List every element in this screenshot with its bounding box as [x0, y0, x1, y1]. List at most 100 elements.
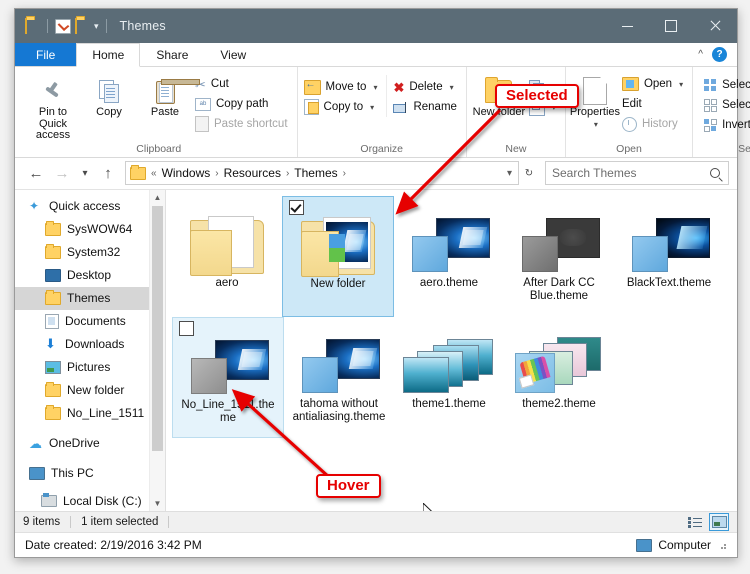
file-item-tahoma-without-antialiasing-theme[interactable]: tahoma without antialiasing.theme: [284, 317, 394, 436]
up-button[interactable]: ↑: [95, 161, 121, 185]
file-item-aero-theme[interactable]: aero.theme: [394, 196, 504, 315]
new-folder-icon[interactable]: [75, 18, 90, 34]
chevron-down-icon[interactable]: ▾: [679, 80, 683, 89]
file-item-new-folder[interactable]: New folder: [282, 195, 394, 317]
large-icons-view-icon: [711, 516, 727, 528]
select-all-button[interactable]: Select all: [701, 75, 750, 95]
cut-button[interactable]: ✂ Cut: [193, 74, 293, 94]
scroll-down-arrow-icon[interactable]: ▼: [150, 496, 165, 511]
minimize-button[interactable]: [605, 9, 649, 43]
selection-checkbox[interactable]: [179, 320, 194, 336]
desktop-background: ▾ Themes File Home Share View ^ ? Pin to…: [0, 0, 750, 574]
resize-grip[interactable]: [717, 540, 727, 550]
file-list[interactable]: aero New folder aero.theme After Dark CC…: [166, 189, 737, 511]
edit-button[interactable]: Edit: [620, 94, 688, 114]
file-item-no-line-1511-theme[interactable]: No_Line_1511.theme: [172, 316, 284, 438]
breadcrumb[interactable]: « Windows › Resources › Themes › ▾: [125, 161, 519, 185]
chevron-down-icon[interactable]: ▾: [450, 83, 454, 92]
paste-shortcut-button[interactable]: Paste shortcut: [193, 114, 293, 134]
breadcrumb-separator: ›: [285, 167, 290, 179]
tab-view[interactable]: View: [204, 43, 262, 66]
folder-theme-icon: [301, 216, 375, 277]
file-thumbnail: [394, 321, 504, 395]
chevron-down-icon[interactable]: ▾: [594, 119, 598, 131]
copy-button[interactable]: Copy: [81, 72, 137, 119]
rename-label: Rename: [413, 101, 457, 113]
help-icon[interactable]: ?: [712, 47, 727, 62]
tab-home[interactable]: Home: [76, 43, 141, 67]
sidebar-item-local-disk-c[interactable]: Local Disk (C:): [15, 490, 165, 512]
copy-path-button[interactable]: ab Copy path: [193, 94, 293, 114]
search-icon: [710, 168, 720, 178]
invert-selection-button[interactable]: Invert selection: [701, 115, 750, 135]
forward-button[interactable]: →: [49, 161, 75, 185]
sidebar-item-system32[interactable]: System32: [15, 241, 165, 264]
file-item-after-dark-cc-blue-theme[interactable]: After Dark CC Blue.theme: [504, 196, 614, 315]
tab-file[interactable]: File: [15, 43, 77, 66]
recent-locations-button[interactable]: ▾: [75, 161, 95, 185]
sidebar-item-new-folder[interactable]: New folder: [15, 379, 165, 402]
copy-label: Copy: [96, 106, 122, 118]
breadcrumb-item-resources[interactable]: Resources: [222, 166, 283, 180]
chevron-down-icon[interactable]: ▾: [507, 168, 512, 179]
sidebar-item-syswow64[interactable]: SysWOW64: [15, 218, 165, 241]
file-item-blacktext-theme[interactable]: BlackText.theme: [614, 196, 724, 315]
paste-button[interactable]: Paste: [137, 72, 200, 119]
move-to-button[interactable]: Move to ▾: [302, 77, 383, 97]
chevron-up-icon[interactable]: ^: [698, 49, 703, 60]
chevron-down-icon[interactable]: ▾: [373, 83, 377, 92]
sidebar-item-label: Quick access: [49, 199, 121, 213]
palette-icon: [515, 352, 555, 393]
back-button[interactable]: ←: [23, 161, 49, 185]
quick-access-toolbar[interactable]: ▾: [15, 18, 110, 34]
sidebar-item-downloads[interactable]: ⬇ Downloads: [15, 333, 165, 356]
chevron-down-icon[interactable]: ▾: [370, 103, 374, 112]
large-icons-view-button[interactable]: [709, 513, 729, 531]
clipboard-small-buttons: ✂ Cut ab Copy path Paste shortcut: [193, 72, 293, 134]
sidebar-item-quick-access[interactable]: ✦ Quick access: [15, 195, 165, 218]
selection-checkbox[interactable]: [289, 199, 304, 215]
invert-selection-icon: [703, 118, 718, 132]
history-button[interactable]: History: [620, 114, 688, 134]
select-none-button[interactable]: Select none: [701, 95, 750, 115]
sidebar-item-pictures[interactable]: Pictures: [15, 356, 165, 379]
sidebar-item-label: Downloads: [65, 337, 125, 351]
scrollbar-thumb[interactable]: [152, 205, 163, 451]
close-button[interactable]: [693, 9, 737, 43]
scroll-up-arrow-icon[interactable]: ▲: [150, 190, 165, 205]
navigation-scrollbar[interactable]: ▲ ▼: [149, 189, 165, 511]
tab-share[interactable]: Share: [140, 43, 204, 66]
sidebar-item-this-pc[interactable]: This PC: [15, 462, 165, 485]
maximize-button[interactable]: [649, 9, 693, 43]
copy-to-button[interactable]: Copy to ▾: [302, 97, 383, 117]
details-view-button[interactable]: [686, 514, 704, 530]
sidebar-item-label: System32: [67, 245, 121, 259]
computer-label: Computer: [658, 538, 711, 552]
file-item-aero[interactable]: aero: [172, 196, 282, 315]
file-item-theme2-theme[interactable]: theme2.theme: [504, 317, 614, 436]
sidebar-item-label: Themes: [67, 291, 111, 305]
sidebar-item-no-line-1511[interactable]: No_Line_1511: [15, 402, 165, 425]
search-input[interactable]: Search Themes: [545, 161, 729, 185]
sidebar-item-themes[interactable]: Themes: [15, 286, 165, 310]
delete-button[interactable]: ✖ Delete ▾: [391, 77, 461, 97]
chevron-down-icon[interactable]: ▾: [94, 21, 99, 31]
rename-button[interactable]: Rename: [391, 97, 461, 117]
folder-icon[interactable]: [25, 18, 40, 34]
sidebar-item-documents[interactable]: Documents: [15, 310, 165, 333]
sidebar-item-desktop[interactable]: Desktop: [15, 264, 165, 287]
pin-to-quick-access-button[interactable]: Pin to Quick access: [25, 72, 81, 142]
details-view-icon: [688, 516, 702, 528]
refresh-button[interactable]: ↻: [519, 161, 539, 185]
sidebar-item-onedrive[interactable]: ☁ OneDrive: [15, 432, 165, 455]
sidebar-item-label: Documents: [65, 314, 126, 328]
delete-icon: ✖: [393, 79, 405, 95]
open-button[interactable]: Open ▾: [620, 74, 688, 94]
breadcrumb-item-themes[interactable]: Themes: [292, 166, 339, 180]
properties-icon[interactable]: [55, 18, 71, 34]
breadcrumb-separator: ›: [215, 167, 219, 179]
file-item-theme1-theme[interactable]: theme1.theme: [394, 317, 504, 436]
file-name-label: theme1.theme: [412, 397, 486, 410]
breadcrumb-item-windows[interactable]: Windows: [160, 166, 213, 180]
pin-to-quick-access-label: Pin to Quick access: [35, 106, 71, 141]
